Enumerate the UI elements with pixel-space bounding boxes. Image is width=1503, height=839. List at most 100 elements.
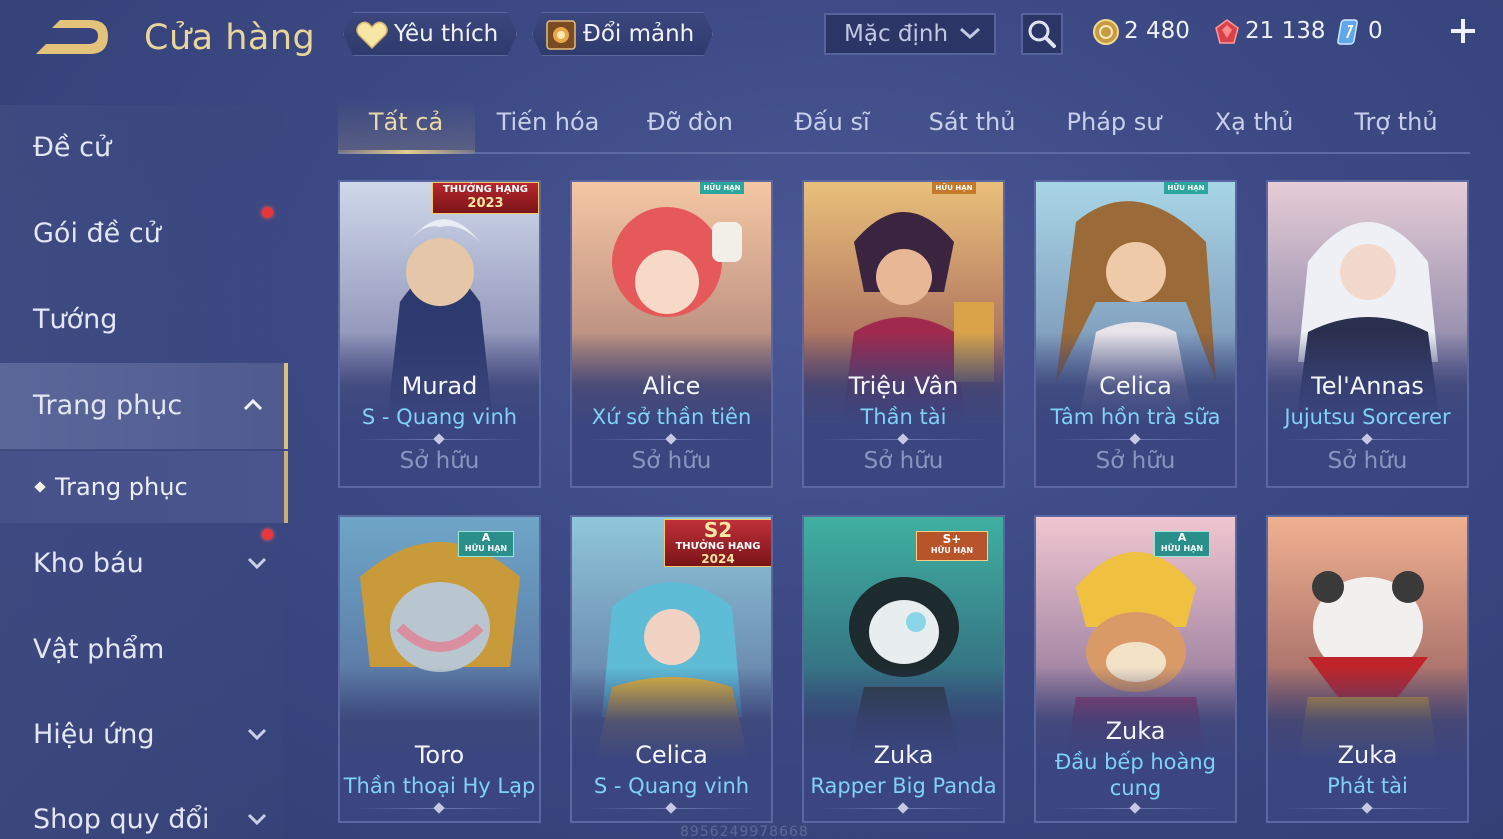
hero-name: Zuka (873, 741, 934, 769)
sidebar-item-recommended[interactable]: Đề cử (0, 105, 288, 191)
skin-card[interactable]: S+ HỮU HẠN Zuka Rapper Big Panda (802, 515, 1005, 823)
sidebar-item-label: Vật phẩm (33, 634, 165, 665)
gold-coin-icon (1093, 18, 1119, 45)
notification-dot (262, 207, 273, 218)
tab-support[interactable]: Trợ thủ (1328, 108, 1464, 136)
chevron-down-icon (247, 813, 267, 826)
skin-card[interactable]: Zuka Phát tài (1266, 515, 1469, 823)
tab-mage[interactable]: Pháp sư (1046, 108, 1182, 136)
skin-card[interactable]: A HỮU HẠN Toro Thần thoại Hy Lạp (338, 515, 541, 823)
tier-a-limited-badge: A HỮU HẠN (458, 531, 514, 557)
skin-name: Thần thoại Hy Lạp (343, 774, 536, 798)
skin-card[interactable]: A HỮU HẠN Zuka Đầu bếp hoàng cung (1034, 515, 1237, 823)
crystal-card-icon (1337, 18, 1358, 45)
top-bar: Cửa hàng Yêu thích Đổi mảnh Mặc định 2 4… (0, 0, 1503, 75)
favorites-label: Yêu thích (394, 21, 499, 47)
notification-dot (262, 529, 273, 540)
tier-splus-limited-badge: S+ HỮU HẠN (916, 531, 988, 561)
sidebar-item-label: Trang phục (33, 390, 183, 421)
tier-a-limited-badge: A HỮU HẠN (1154, 531, 1210, 557)
sidebar-item-effects[interactable]: Hiệu ứng (0, 692, 288, 778)
tab-assassin[interactable]: Sát thủ (904, 108, 1040, 136)
sidebar-subitem-skins[interactable]: Trang phục (0, 451, 288, 523)
hero-name: Celica (635, 741, 708, 769)
tab-tank[interactable]: Đỡ đòn (622, 108, 758, 136)
skin-name: Jujutsu Sorcerer (1284, 405, 1451, 429)
sidebar-item-label: Kho báu (33, 548, 144, 579)
sidebar: Đề cử Gói đề cử Tướng Trang phục Trang p… (0, 105, 288, 839)
sidebar-item-skins[interactable]: Trang phục (0, 363, 288, 449)
skin-card[interactable]: HỮU HẠN Triệu Vân Thần tài Sở hữu (802, 180, 1005, 488)
page-title: Cửa hàng (144, 18, 316, 58)
ranked-reward-badge: THƯỞNG HẠNG 2023 (432, 182, 539, 214)
chevron-down-icon (960, 27, 980, 40)
gold-balance: 2 480 (1092, 14, 1190, 48)
skin-name: Phát tài (1327, 774, 1408, 798)
sidebar-item-treasure[interactable]: Kho báu (0, 521, 288, 607)
tab-fighter[interactable]: Đấu sĩ (764, 108, 900, 136)
crystal-balance: 0 (1336, 14, 1383, 48)
skin-name: Tâm hồn trà sữa (1050, 405, 1221, 429)
sidebar-item-label: Đề cử (33, 132, 112, 163)
tab-marksman[interactable]: Xạ thủ (1186, 108, 1322, 136)
hero-name: Celica (1099, 372, 1172, 400)
ranked-reward-badge: S2 THƯỞNG HẠNG 2024 (664, 519, 771, 567)
favorites-button[interactable]: Yêu thích (343, 12, 517, 56)
role-tabs: Tất cả Tiến hóa Đỡ đòn Đấu sĩ Sát thủ Ph… (338, 100, 1470, 154)
watermark: 8956249978668 (680, 824, 809, 839)
search-icon (1028, 20, 1056, 48)
sidebar-item-items[interactable]: Vật phẩm (0, 607, 288, 693)
back-button[interactable] (32, 16, 112, 62)
sort-label: Mặc định (844, 21, 949, 47)
chevron-down-icon (247, 557, 267, 570)
shard-chest-icon (543, 17, 579, 53)
limited-badge: HỮU HẠN (700, 182, 744, 194)
sort-dropdown[interactable]: Mặc định (824, 13, 996, 55)
skin-name: Xứ sở thần tiên (591, 405, 752, 429)
skin-name: Đầu bếp hoàng cung (1054, 750, 1217, 800)
sidebar-item-label: Shop quy đổi (33, 804, 210, 835)
sidebar-item-exchange-shop[interactable]: Shop quy đổi (0, 777, 288, 839)
tab-all[interactable]: Tất cả (338, 108, 474, 136)
hero-name: Alice (642, 372, 701, 400)
skin-card[interactable]: HỮU HẠN Alice Xứ sở thần tiên Sở hữu (570, 180, 773, 488)
limited-badge: HỮU HẠN (1164, 182, 1208, 194)
hero-name: Toro (414, 741, 465, 769)
sidebar-item-label: Hiệu ứng (33, 719, 155, 750)
chevron-down-icon (247, 728, 267, 741)
hero-name: Triệu Vân (848, 372, 959, 400)
skin-card[interactable]: S2 THƯỞNG HẠNG 2024 Celica S - Quang vinh (570, 515, 773, 823)
limited-badge: HỮU HẠN (932, 182, 976, 194)
gold-value: 2 480 (1124, 18, 1190, 44)
ownership-status: Sở hữu (1327, 448, 1408, 474)
back-arrow-icon (36, 20, 108, 54)
skin-grid: THƯỞNG HẠNG 2023 Murad S - Quang vinh Sở … (338, 180, 1470, 839)
add-currency-button[interactable] (1448, 16, 1478, 46)
exchange-shards-button[interactable]: Đổi mảnh (532, 12, 713, 56)
ownership-status: Sở hữu (863, 448, 944, 474)
voucher-balance: 21 138 (1213, 14, 1325, 48)
search-button[interactable] (1021, 13, 1063, 55)
skin-name: Thần tài (860, 405, 947, 429)
skin-card[interactable]: Tel'Annas Jujutsu Sorcerer Sở hữu (1266, 180, 1469, 488)
skin-card[interactable]: HỮU HẠN Celica Tâm hồn trà sữa Sở hữu (1034, 180, 1237, 488)
hero-name: Murad (401, 372, 478, 400)
active-tab-indicator (338, 150, 475, 154)
skin-name: S - Quang vinh (361, 405, 518, 429)
bullet-icon (34, 481, 46, 493)
ownership-status: Sở hữu (399, 448, 480, 474)
sidebar-subitem-label: Trang phục (55, 473, 188, 501)
sidebar-item-label: Gói đề cử (33, 218, 161, 249)
sidebar-item-bundles[interactable]: Gói đề cử (0, 191, 288, 277)
crystal-value: 0 (1368, 18, 1383, 44)
voucher-value: 21 138 (1245, 18, 1326, 44)
skin-name: S - Quang vinh (593, 774, 750, 798)
skin-card[interactable]: THƯỞNG HẠNG 2023 Murad S - Quang vinh Sở … (338, 180, 541, 488)
chevron-up-icon (243, 398, 263, 411)
hero-name: Tel'Annas (1311, 372, 1424, 400)
skin-name: Rapper Big Panda (810, 774, 997, 798)
hero-name: Zuka (1337, 741, 1398, 769)
tab-evolution[interactable]: Tiến hóa (480, 108, 616, 136)
sidebar-item-label: Tướng (33, 304, 118, 335)
sidebar-item-heroes[interactable]: Tướng (0, 277, 288, 363)
